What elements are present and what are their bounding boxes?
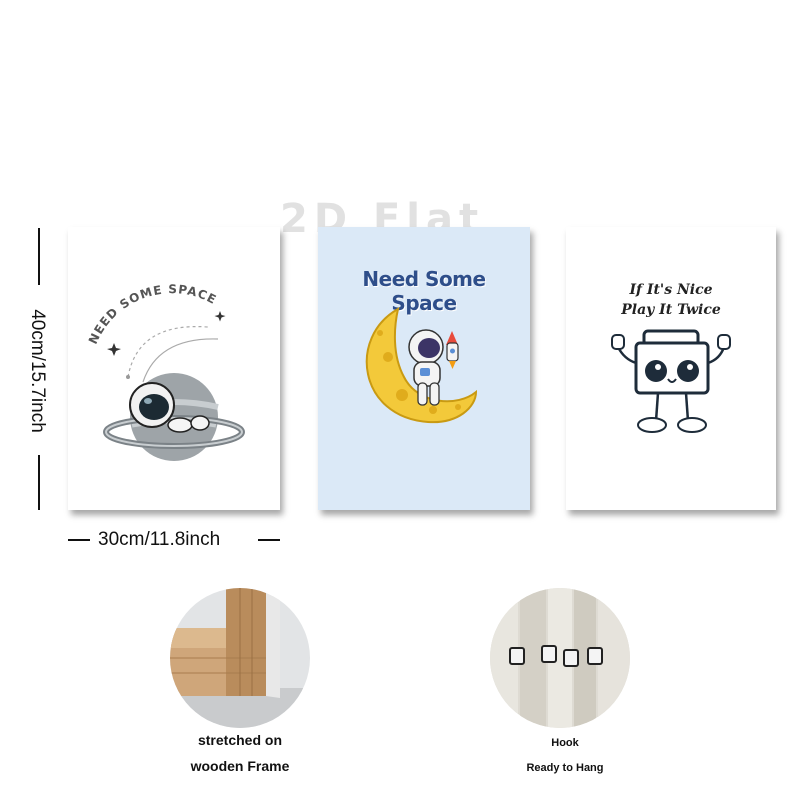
hook-photo xyxy=(490,588,630,728)
poster-need-some-space-moon: Need Some Space xyxy=(318,227,530,510)
feature1-line2: wooden Frame xyxy=(190,758,290,774)
wooden-frame-photo xyxy=(170,588,310,728)
width-dimension-label: 30cm/11.8inch xyxy=(98,529,221,550)
height-dimension-label: 40cm/15.7inch xyxy=(27,309,48,433)
wooden-frame-icon xyxy=(170,588,310,728)
width-dimension-line-left xyxy=(68,539,90,541)
hook-icon xyxy=(490,588,630,728)
poster-need-some-space-planet: NEED SOME SPACE xyxy=(68,227,280,510)
poster-play-it-twice: If It's Nice Play It Twice xyxy=(566,227,776,510)
astronaut-moon-icon xyxy=(365,307,478,424)
feature2-line1: Hook xyxy=(551,737,579,749)
feature2-line2: Ready to Hang xyxy=(526,762,604,774)
feature1-line1: stretched on xyxy=(197,732,282,748)
astronaut-planet-icon: NEED SOME SPACE xyxy=(86,282,245,461)
width-dimension-line-right xyxy=(258,539,280,541)
boombox-icon xyxy=(611,329,731,433)
